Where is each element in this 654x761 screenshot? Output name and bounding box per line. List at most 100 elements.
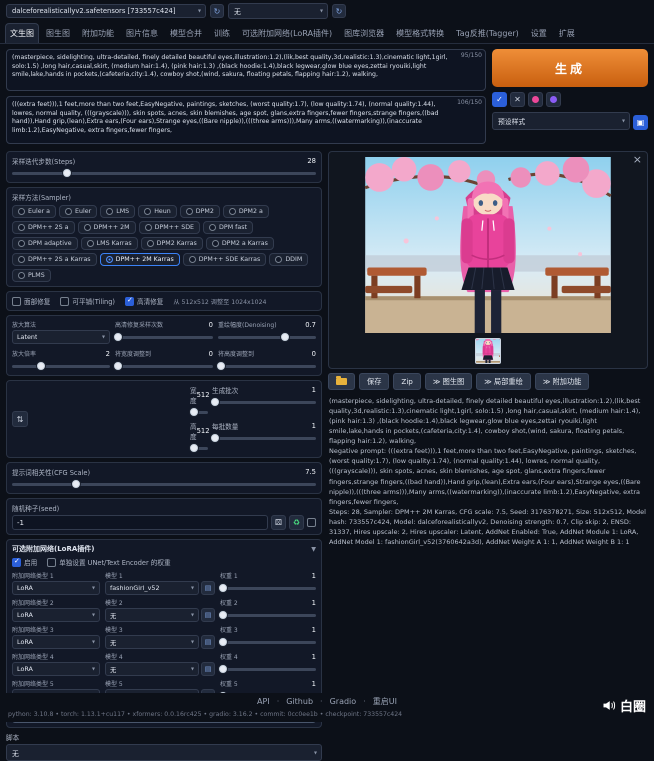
tab-checkpoint-merger[interactable]: 模型合并 [165,23,207,43]
apply-style-button[interactable] [546,92,561,107]
gradio-link[interactable]: Gradio [313,697,356,706]
gallery-thumbnail[interactable] [475,338,501,364]
lora-type-dropdown[interactable]: LoRA [12,608,100,622]
tab-png-info[interactable]: 图片信息 [121,23,163,43]
tab-model-converter[interactable]: 模型格式转换 [391,23,449,43]
generated-image[interactable] [362,157,614,333]
sampler-option[interactable]: DPM adaptive [12,237,78,250]
lora-type-dropdown[interactable]: LoRA [12,662,100,676]
tab-txt2img[interactable]: 文生图 [5,23,39,43]
close-icon[interactable]: × [633,153,642,166]
sampler-option[interactable]: DPM fast [203,221,253,234]
lora-weight-slider[interactable] [220,664,316,674]
resize-height-slider[interactable] [218,361,316,371]
lora-model-dropdown[interactable]: 无 [105,608,199,622]
sampler-option[interactable]: Heun [138,205,177,218]
sampler-option[interactable]: PLMS [12,269,51,282]
upscale-by-slider[interactable] [12,361,110,371]
lora-weight-slider[interactable] [220,610,316,620]
extra-seed-checkbox[interactable] [307,518,316,527]
lora-model-dropdown[interactable]: 无 [105,635,199,649]
sampler-option[interactable]: Euler [59,205,97,218]
upscaler-dropdown[interactable]: Latent [12,330,110,344]
seed-input[interactable]: -1 [12,515,268,530]
sampler-option-selected[interactable]: DPM++ 2M Karras [100,253,180,266]
script-dropdown[interactable]: 无 [6,744,322,761]
prompt-input[interactable]: (masterpiece, sidelighting, ultra-detail… [6,49,486,91]
send-to-extras-button[interactable]: ≫ 附加功能 [535,373,590,390]
swap-dimensions-button[interactable]: ⇅ [12,411,28,427]
lora-model-dropdown[interactable]: fashionGirl_v52 [105,581,199,595]
sampler-option[interactable]: DDIM [269,253,308,266]
sampler-option[interactable]: DPM++ SDE Karras [183,253,267,266]
refresh-checkpoint-button[interactable]: ↻ [210,4,224,18]
output-gallery[interactable]: × [328,151,648,369]
hires-steps-slider[interactable] [115,332,213,342]
sampler-option[interactable]: Euler a [12,205,56,218]
restore-faces-checkbox[interactable]: 面部修复 [12,296,50,306]
save-style-button[interactable]: ▣ [633,115,648,130]
save-button[interactable]: 保存 [359,373,389,390]
lora-model-dropdown[interactable]: 无 [105,662,199,676]
lora-model-info-button[interactable]: ▤ [201,581,215,595]
steps-slider[interactable] [12,168,316,178]
sampler-option[interactable]: LMS Karras [81,237,138,250]
tab-additional-networks[interactable]: 可选附加网络(LoRA插件) [237,23,337,43]
checkpoint-dropdown[interactable]: dalceforealisticallyv2.safetensors [7335… [6,4,206,18]
vae-dropdown[interactable]: 无 [228,3,328,19]
lora-type-dropdown[interactable]: LoRA [12,635,100,649]
sampler-option[interactable]: DPM++ 2S a [12,221,75,234]
tab-tagger[interactable]: Tag反推(Tagger) [451,23,524,43]
sampler-option[interactable]: DPM2 [180,205,220,218]
sampler-option[interactable]: LMS [100,205,135,218]
tab-train[interactable]: 训练 [209,23,235,43]
reload-ui-link[interactable]: 重启UI [356,696,397,707]
zip-button[interactable]: Zip [393,373,420,390]
cfg-slider[interactable] [12,479,316,489]
send-to-inpaint-button[interactable]: ≫ 局部重绘 [476,373,531,390]
github-link[interactable]: Github [270,697,313,706]
sampler-option[interactable]: DPM++ SDE [139,221,200,234]
resize-width-slider[interactable] [115,361,213,371]
clear-prompt-button[interactable]: ✕ [510,92,525,107]
lora-enable-checkbox[interactable]: 启用 [12,557,37,567]
random-seed-button[interactable]: ⚄ [271,515,286,530]
height-slider[interactable] [190,443,208,453]
reuse-seed-button[interactable]: ♻ [289,515,304,530]
hires-steps-label: 高清修复采样次数 [115,320,163,329]
tab-image-browser[interactable]: 图库浏览器 [339,23,389,43]
lora-weight-slider[interactable] [220,583,316,593]
generate-button[interactable]: 生成 [492,49,648,87]
settings-panel: 采样迭代步数(Steps) 28 采样方法(Sampler) Euler a E… [6,151,322,761]
tab-extras[interactable]: 附加功能 [77,23,119,43]
styles-dropdown[interactable]: 预设样式 [492,112,630,130]
api-link[interactable]: API [257,697,270,706]
negative-prompt-input[interactable]: (((extra feet))),1 feet,more than two fe… [6,96,486,144]
sampler-option[interactable]: DPM2 a Karras [206,237,274,250]
hires-fix-checkbox[interactable]: 高清修复 [125,296,163,306]
tab-extensions[interactable]: 扩展 [554,23,580,43]
paste-params-button[interactable]: ✓ [492,92,507,107]
tiling-checkbox[interactable]: 可平铺(Tiling) [60,296,115,306]
lora-model-info-button[interactable]: ▤ [201,662,215,676]
refresh-vae-button[interactable]: ↻ [332,4,346,18]
open-folder-button[interactable] [328,373,355,390]
lora-weight-slider[interactable] [220,637,316,647]
lora-accordion-header[interactable]: 可选附加网络(LoRA插件) ▼ [12,544,316,554]
lora-model-info-button[interactable]: ▤ [201,608,215,622]
batch-size-slider[interactable] [212,433,316,443]
sampler-option[interactable]: DPM++ 2M [78,221,136,234]
tab-settings[interactable]: 设置 [526,23,552,43]
tab-img2img[interactable]: 图生图 [41,23,75,43]
denoising-slider[interactable] [218,332,316,342]
send-to-img2img-button[interactable]: ≫ 图生图 [425,373,472,390]
lora-separate-weights-checkbox[interactable]: 单独设置 UNet/Text Encoder 的权重 [47,557,170,567]
extra-networks-button[interactable] [528,92,543,107]
lora-type-dropdown[interactable]: LoRA [12,581,100,595]
sampler-option[interactable]: DPM++ 2S a Karras [12,253,97,266]
lora-model-info-button[interactable]: ▤ [201,635,215,649]
sampler-option[interactable]: DPM2 a [223,205,269,218]
sampler-option[interactable]: DPM2 Karras [141,237,203,250]
batch-count-slider[interactable] [212,397,316,407]
width-slider[interactable] [190,407,208,417]
